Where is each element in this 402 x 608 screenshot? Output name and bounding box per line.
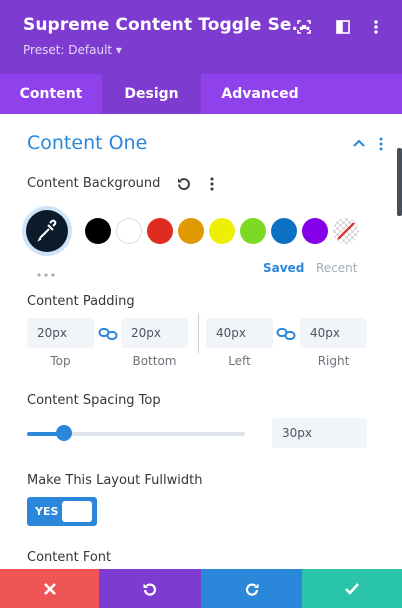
content-font-label: Content Font (27, 550, 112, 565)
sidebar-icon[interactable] (333, 17, 353, 37)
discard-button[interactable] (0, 569, 99, 608)
modal-title: Supreme Content Toggle Se... (23, 15, 312, 35)
swatch-white[interactable] (116, 218, 142, 244)
fullwidth-label: Make This Layout Fullwidth (27, 473, 203, 488)
padding-right-label: Right (317, 354, 350, 368)
swatch-yellow[interactable] (209, 218, 235, 244)
swatch-purple[interactable] (302, 218, 328, 244)
recent-colors-tab[interactable]: Recent (316, 261, 357, 275)
padding-bottom-input[interactable]: 20px (121, 318, 188, 348)
content-padding-label: Content Padding (27, 294, 135, 309)
padding-left-input[interactable]: 40px (206, 318, 273, 348)
content-background-label: Content Background (27, 176, 161, 191)
padding-left-label: Left (228, 354, 251, 368)
redo-button[interactable] (201, 569, 302, 608)
close-icon (43, 582, 56, 595)
tab-bar: Content Design Advanced (0, 74, 402, 114)
scrollbar-thumb[interactable] (397, 148, 402, 216)
swatch-green[interactable] (240, 218, 266, 244)
spacing-top-input[interactable]: 30px (272, 418, 367, 448)
fullwidth-toggle[interactable]: YES (27, 497, 97, 526)
saved-colors-tab[interactable]: Saved (263, 261, 304, 275)
tab-design[interactable]: Design (102, 74, 201, 114)
more-vertical-icon[interactable] (372, 135, 390, 153)
padding-bottom-label: Bottom (132, 354, 177, 368)
undo-icon (143, 583, 157, 596)
tab-content[interactable]: Content (0, 74, 102, 114)
save-button[interactable] (302, 569, 402, 608)
toggle-knob (62, 501, 92, 522)
swatch-none[interactable] (333, 218, 359, 244)
padding-top-input[interactable]: 20px (27, 318, 94, 348)
padding-top-label: Top (50, 354, 71, 368)
spacing-slider-handle[interactable] (56, 425, 73, 441)
content-spacing-top-label: Content Spacing Top (27, 393, 161, 408)
checkmark-icon (345, 582, 359, 595)
section-title[interactable]: Content One (27, 132, 147, 154)
padding-right-input[interactable]: 40px (300, 318, 367, 348)
bottom-action-bar (0, 569, 402, 608)
color-picker-button[interactable] (26, 210, 68, 252)
swatch-blue[interactable] (271, 218, 297, 244)
swatch-orange[interactable] (178, 218, 204, 244)
ellipsis-icon[interactable] (36, 264, 58, 277)
more-vertical-icon[interactable] (366, 17, 386, 37)
preset-selector[interactable]: Preset: Default ▾ (23, 43, 122, 57)
chevron-up-icon[interactable] (350, 135, 368, 153)
more-vertical-icon[interactable] (203, 175, 221, 193)
modal-header: Supreme Content Toggle Se... Preset: Def… (0, 0, 402, 74)
swatch-black[interactable] (85, 218, 111, 244)
undo-button[interactable] (99, 569, 201, 608)
reset-icon[interactable] (175, 175, 193, 193)
redo-icon (245, 583, 258, 596)
swatch-red[interactable] (147, 218, 173, 244)
padding-divider (198, 313, 199, 353)
eyedropper-icon (37, 219, 57, 242)
screenshot-icon[interactable] (294, 17, 314, 37)
toggle-state-label: YES (35, 505, 59, 518)
link-icon[interactable] (98, 326, 118, 340)
link-icon[interactable] (276, 326, 296, 340)
tab-advanced[interactable]: Advanced (201, 74, 319, 114)
